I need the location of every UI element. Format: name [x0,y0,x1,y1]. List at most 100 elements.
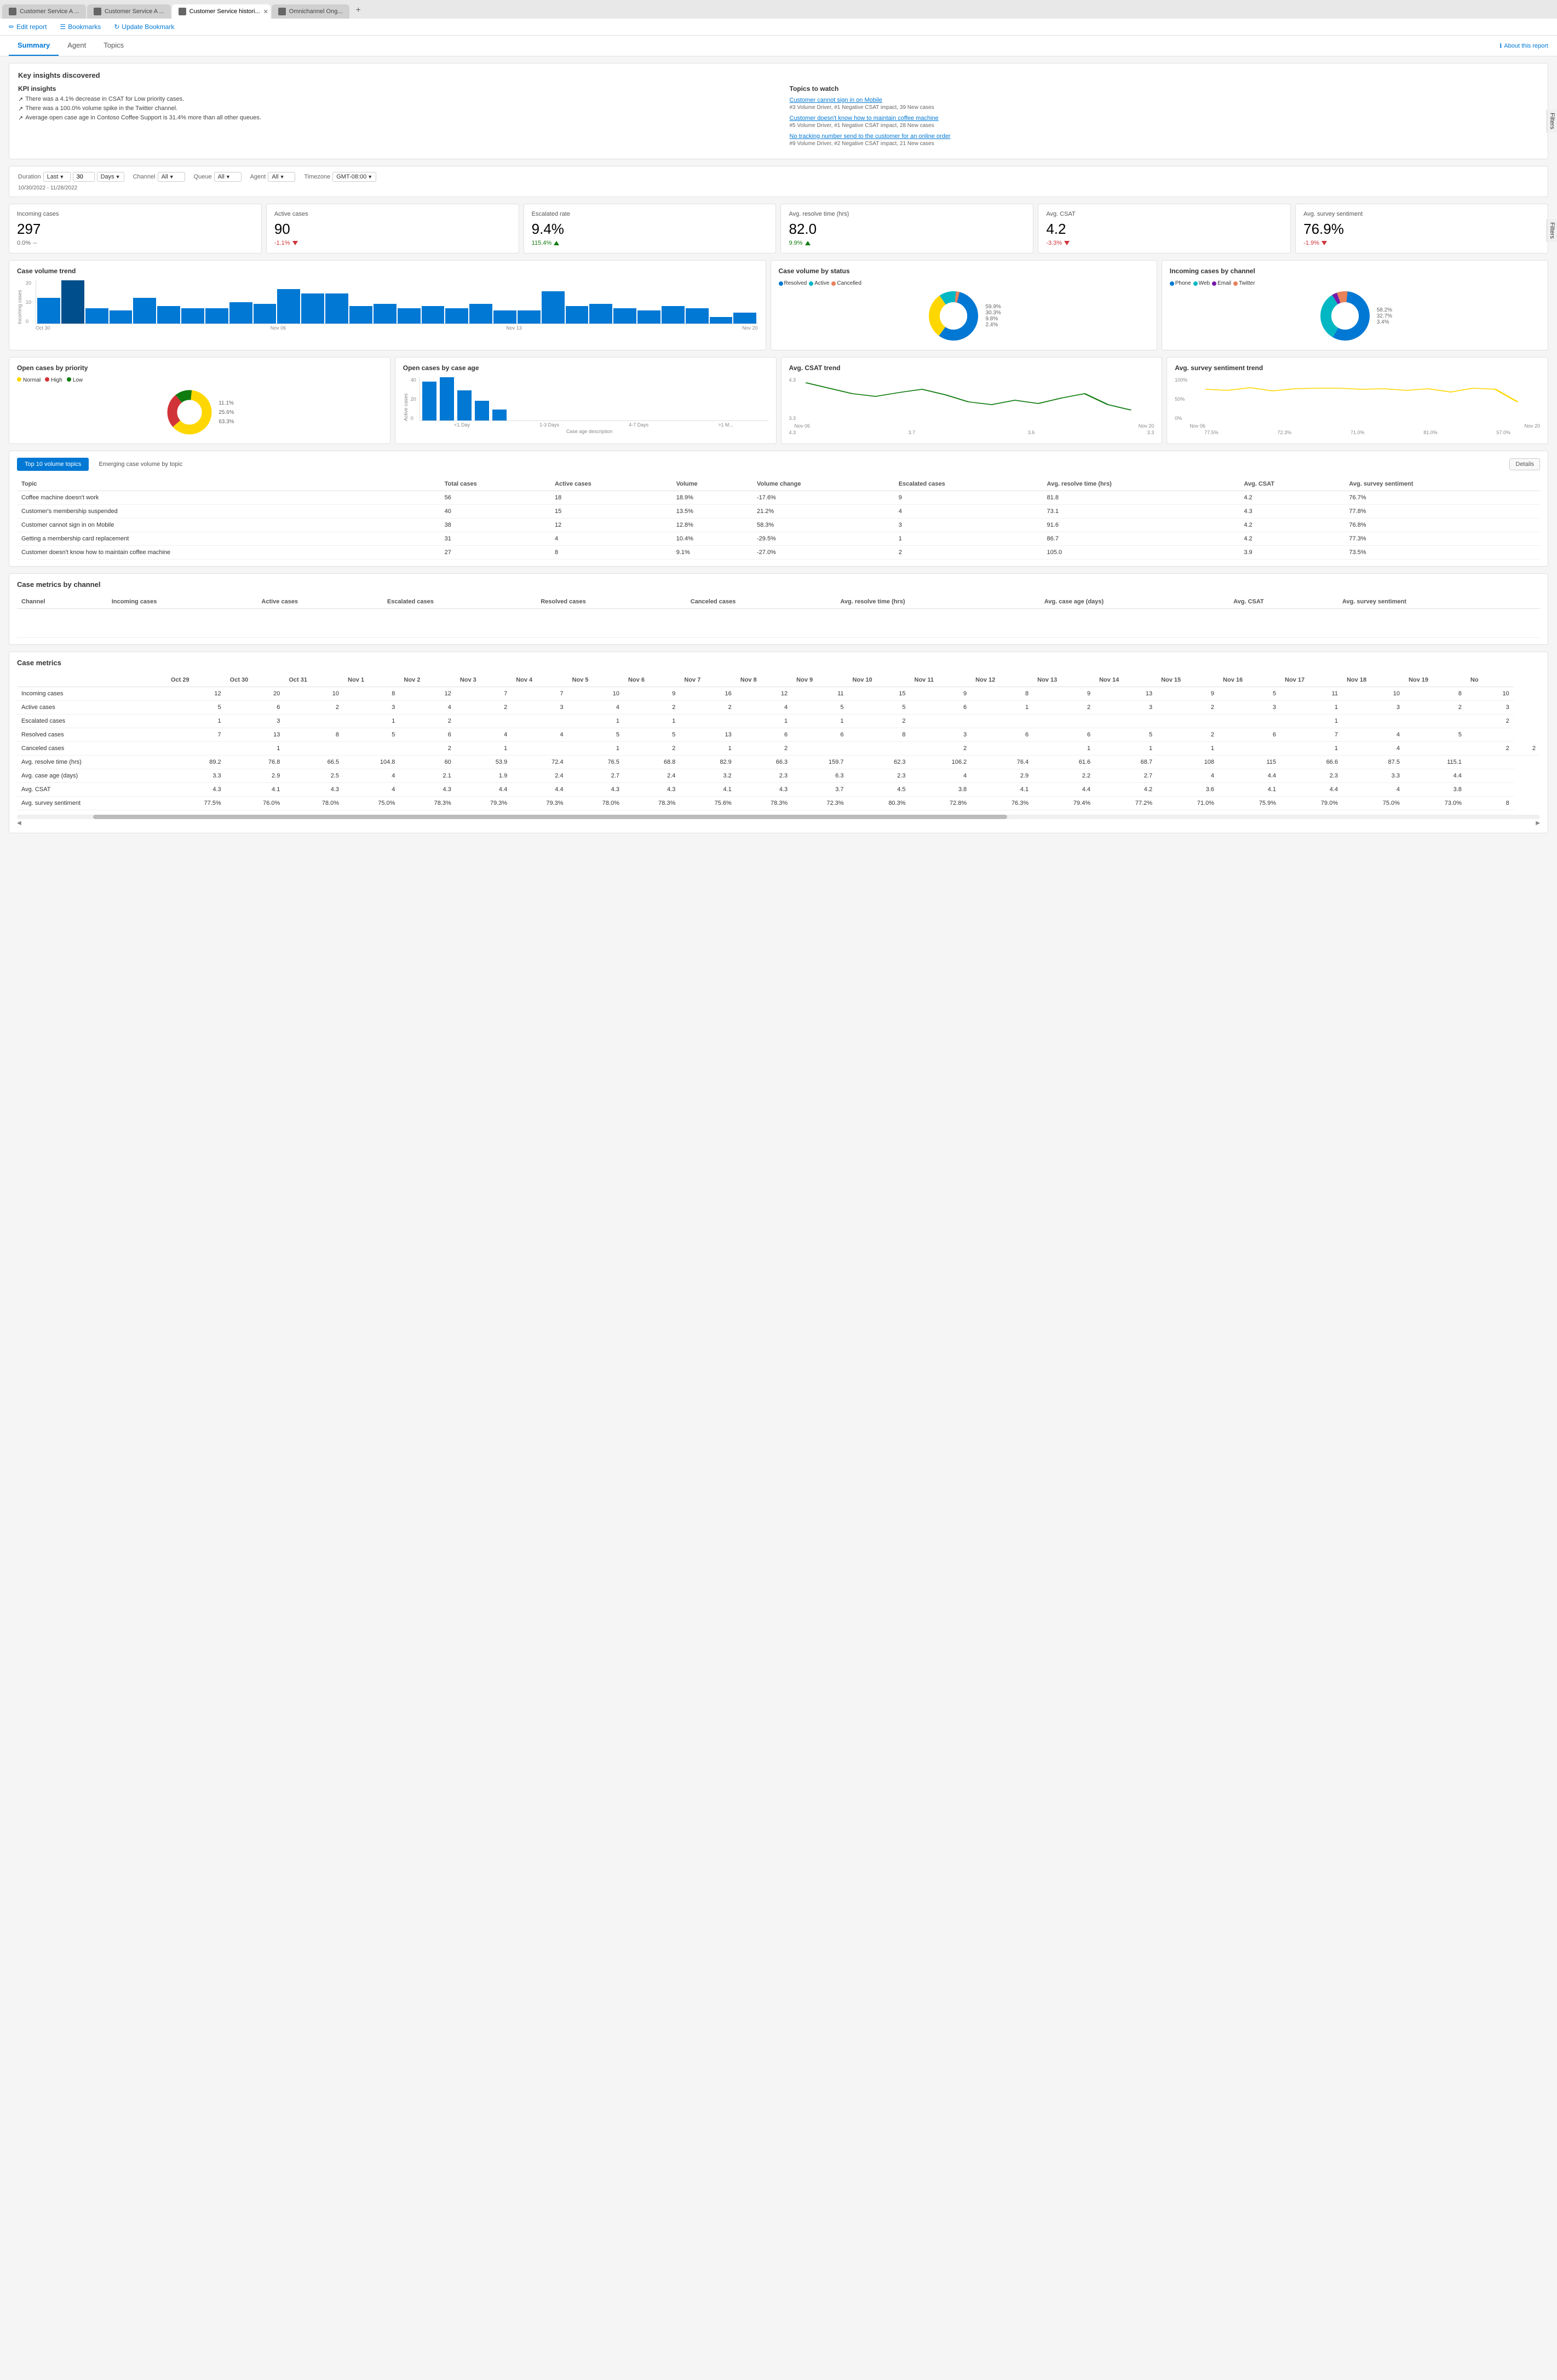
scroll-right-arrow[interactable]: ▶ [1536,820,1540,826]
td-metric-value: 78.3% [399,797,455,810]
right-filter-sidebar-2[interactable]: Filters [1547,219,1557,242]
th-metric-name [17,673,166,687]
td-volume: 18.9% [672,491,752,505]
td-metric-value: 6 [910,701,972,714]
td-metric-value: 73.0% [1404,797,1466,810]
duration-value-select[interactable]: Last ▼ [43,172,71,182]
edit-report-button[interactable]: ✏ Edit report [7,22,49,32]
tab-topics[interactable]: Topics [95,36,133,56]
td-metric-value: 4 [343,769,399,783]
topics-to-watch-title: Topics to watch [790,85,1539,93]
td-metric-value: 4.5 [848,783,910,797]
scroll-left-arrow[interactable]: ◀ [17,820,21,826]
td-metric-value: 2 [736,742,792,756]
td-metric-value: 3 [1219,701,1280,714]
td-csat: 4.3 [1239,505,1345,518]
td-metric-value: 2.3 [736,769,792,783]
agent-select[interactable]: All ▼ [268,172,295,182]
kpi-card-sentiment-value: 76.9% [1303,221,1540,238]
kpi-card-sentiment: Avg. survey sentiment 76.9% -1.9% [1295,204,1548,253]
channel-select[interactable]: All ▼ [158,172,185,182]
csat-max-label: 4.3 [789,377,796,383]
right-filter-sidebar-1[interactable]: Filters [1547,110,1557,132]
td-metric-value: 2 [1157,701,1219,714]
td-metric-value: 108 [1157,756,1219,769]
timezone-select[interactable]: GMT-08:00 ▼ [332,172,376,182]
td-metric-value: 20 [226,687,285,701]
td-metric-value: 66.6 [1280,756,1342,769]
add-tab-button[interactable]: + [351,2,366,19]
browser-tab-2[interactable]: Customer Service A ... [87,4,171,19]
td-escalated: 9 [894,491,1043,505]
bar-item [613,308,636,324]
topic-link-1[interactable]: Customer cannot sign in on Mobile [790,97,1539,103]
triangle-down-icon-active [292,241,298,245]
td-csat: 4.2 [1239,491,1345,505]
tab-emerging[interactable]: Emerging case volume by topic [91,458,190,471]
td-topic: Customer cannot sign in on Mobile [17,518,440,532]
about-this-report-link[interactable]: ℹ About this report [1499,42,1548,49]
th-date: Nov 14 [1095,673,1157,687]
duration-days-input[interactable] [73,172,95,182]
channel-label: Channel [133,174,156,180]
td-metric-value: 5 [1404,728,1466,742]
incoming-cases-by-channel-card: Incoming cases by channel Phone Web Emai… [1162,260,1548,350]
topic-link-2[interactable]: Customer doesn't know how to maintain co… [790,115,1539,122]
th-date: Nov 6 [624,673,680,687]
td-metric-value: 2 [848,714,910,728]
td-metric-value: 4 [1342,783,1404,797]
td-metric-value: 3.8 [1404,783,1466,797]
channel-legend: Phone Web Email Twitter [1170,280,1540,286]
update-bookmark-button[interactable]: ↻ Update Bookmark [112,22,176,32]
topics-to-watch-section: Topics to watch Customer cannot sign in … [790,85,1539,151]
tab-top10-volume[interactable]: Top 10 volume topics [17,458,89,471]
browser-tab-1[interactable]: Customer Service A ... [2,4,86,19]
tab-agent[interactable]: Agent [59,36,95,56]
tab-close-icon[interactable]: ✕ [263,8,268,15]
td-topic: Getting a membership card replacement [17,532,440,546]
legend-dot-resolved [779,281,783,286]
td-metric-value: 1.9 [456,769,512,783]
dot-high [45,377,49,382]
horizontal-scrollbar[interactable] [17,815,1540,819]
legend-normal: Normal [17,377,41,383]
sentiment-trend-title: Avg. survey sentiment trend [1175,364,1540,372]
dot-low [67,377,71,382]
queue-select[interactable]: All ▼ [214,172,242,182]
browser-tab-3[interactable]: Customer Service histori... ✕ [172,4,271,19]
legend-dot-twitter [1233,281,1238,286]
td-metric-value: 2 [624,742,680,756]
case-metrics-scroll[interactable]: Oct 29Oct 30Oct 31Nov 1Nov 2Nov 3Nov 4No… [17,673,1540,810]
channel-donut-container: 58.2% 32.7% 3.4% [1170,289,1540,343]
td-active: 8 [550,546,672,560]
td-total: 40 [440,505,550,518]
tab-icon-3 [179,8,186,15]
browser-tab-4[interactable]: Omnichannel Ong... [272,4,349,19]
topic-link-3[interactable]: No tracking number send to the customer … [790,133,1539,140]
incoming-channel-title: Incoming cases by channel [1170,267,1540,275]
details-button[interactable]: Details [1509,458,1540,470]
filters-row: Duration Last ▼ Days ▼ Channel All ▼ [9,166,1548,197]
duration-unit-select[interactable]: Days ▼ [97,172,124,182]
td-metric-name: Avg. survey sentiment [17,797,166,810]
td-metric-value [343,742,399,756]
bookmarks-button[interactable]: ☰ Bookmarks [58,22,103,32]
td-metric-value: 72.8% [910,797,972,810]
case-metrics-table: Oct 29Oct 30Oct 31Nov 1Nov 2Nov 3Nov 4No… [17,673,1540,810]
channel-table-scroll[interactable]: Channel Incoming cases Active cases Esca… [17,595,1540,638]
th-date: Nov 10 [848,673,910,687]
chevron-down-icon-unit: ▼ [116,174,120,180]
td-metric-value: 4.4 [1404,769,1466,783]
tab-summary[interactable]: Summary [9,36,59,56]
td-metric-value: 5 [343,728,399,742]
tab-icon-2 [94,8,101,15]
td-metric-value: 68.8 [624,756,680,769]
td-metric-value: 68.7 [1095,756,1157,769]
td-metric-value: 6 [1033,728,1095,742]
topics-table-scroll[interactable]: Topic Total cases Active cases Volume Vo… [17,477,1540,560]
kpi-card-sentiment-change: -1.9% [1303,240,1540,246]
td-metric-value: 8 [343,687,399,701]
td-topic: Customer doesn't know how to maintain co… [17,546,440,560]
td-metric-value: 1 [680,742,736,756]
case-volume-status-title: Case volume by status [779,267,1149,275]
